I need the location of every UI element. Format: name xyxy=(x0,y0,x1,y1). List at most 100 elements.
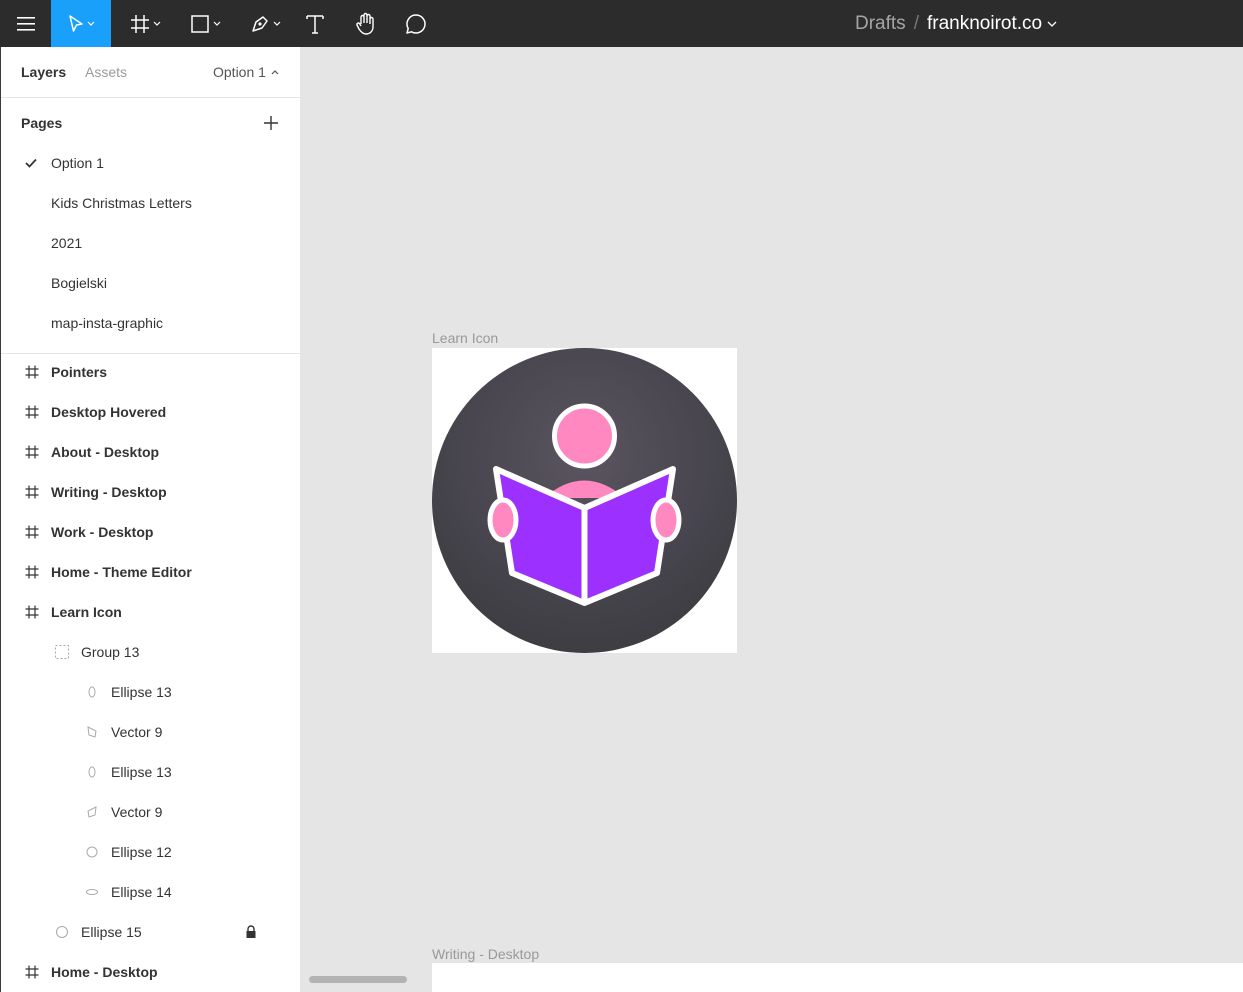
page-item-label: map-insta-graphic xyxy=(51,315,164,331)
layer-row[interactable]: Ellipse 15 xyxy=(1,912,301,952)
group-dashed-icon xyxy=(54,644,70,660)
layer-label: Ellipse 13 xyxy=(111,764,172,780)
toolbar: Drafts / franknoirot.co xyxy=(0,0,1243,47)
move-tool-button[interactable] xyxy=(51,0,111,47)
file-name-menu[interactable]: franknoirot.co xyxy=(927,13,1042,35)
page-item-label: Option 1 xyxy=(51,155,104,171)
layer-label: Learn Icon xyxy=(51,604,122,620)
text-tool-button[interactable] xyxy=(300,0,330,47)
frame-hash-icon xyxy=(24,524,40,540)
move-cursor-icon xyxy=(68,14,83,32)
layer-row[interactable]: Work - Desktop xyxy=(1,512,301,552)
frame-hash-icon xyxy=(24,964,40,980)
layer-label: Pointers xyxy=(51,364,108,380)
layer-label: Home - Desktop xyxy=(51,964,158,980)
chevron-down-icon xyxy=(153,21,160,26)
vector-icon xyxy=(84,724,100,740)
hand-tool-button[interactable] xyxy=(350,0,382,47)
chevron-up-icon xyxy=(271,69,279,74)
frame-tool-button[interactable] xyxy=(120,0,170,47)
lock-icon[interactable] xyxy=(245,925,257,939)
frame-hash-icon xyxy=(24,404,40,420)
layer-label: Work - Desktop xyxy=(51,524,154,540)
frame-hash-icon xyxy=(24,604,40,620)
layer-row[interactable]: Ellipse 12 xyxy=(1,832,301,872)
comment-bubble-icon xyxy=(406,13,426,34)
frame-label-writing-desktop[interactable]: Writing - Desktop xyxy=(432,946,539,962)
frame-hash-icon xyxy=(24,564,40,580)
vector-icon xyxy=(84,804,100,820)
current-page-label: Option 1 xyxy=(213,64,266,80)
chevron-down-icon[interactable] xyxy=(1047,21,1057,27)
chevron-down-icon xyxy=(213,21,220,26)
layer-row[interactable]: Vector 9 xyxy=(1,792,301,832)
text-t-icon xyxy=(306,14,324,34)
panel-tabs: Layers Assets Option 1 xyxy=(1,47,301,98)
page-item[interactable]: Kids Christmas Letters xyxy=(1,183,301,223)
tab-assets[interactable]: Assets xyxy=(85,64,127,80)
layer-row[interactable]: Ellipse 14 xyxy=(1,872,301,912)
page-item-label: Kids Christmas Letters xyxy=(51,195,192,211)
frame-hash-icon xyxy=(130,14,149,33)
horizontal-scrollbar[interactable] xyxy=(309,976,407,983)
ellipse-icon xyxy=(84,884,100,900)
page-item-label: Bogielski xyxy=(51,275,108,291)
page-item-label: 2021 xyxy=(51,235,83,251)
layer-row[interactable]: About - Desktop xyxy=(1,432,301,472)
frame-label-learn-icon[interactable]: Learn Icon xyxy=(432,330,498,346)
layer-row[interactable]: Writing - Desktop xyxy=(1,472,301,512)
page-item[interactable]: Option 1 xyxy=(1,143,301,183)
breadcrumb-separator: / xyxy=(913,12,919,34)
layer-label: Ellipse 15 xyxy=(81,924,142,940)
ellipse-icon xyxy=(54,924,70,940)
pen-tool-button[interactable] xyxy=(240,0,290,47)
main-menu-button[interactable] xyxy=(0,0,51,47)
pen-nib-icon xyxy=(251,15,268,32)
breadcrumb-drafts-link[interactable]: Drafts xyxy=(855,13,906,35)
layer-row[interactable]: Pointers xyxy=(1,352,301,392)
rectangle-icon xyxy=(190,14,209,33)
chevron-down-icon xyxy=(87,21,94,26)
hamburger-menu-icon xyxy=(16,16,35,31)
layer-label: About - Desktop xyxy=(51,444,160,460)
layer-row[interactable]: Home - Desktop xyxy=(1,952,301,992)
layer-label: Ellipse 14 xyxy=(111,884,172,900)
layer-row[interactable]: Group 13 xyxy=(1,632,301,672)
page-item[interactable]: 2021 xyxy=(1,223,301,263)
comment-tool-button[interactable] xyxy=(400,0,432,47)
ellipse-icon xyxy=(84,844,100,860)
layer-label: Ellipse 12 xyxy=(111,844,172,860)
frame-hash-icon xyxy=(24,484,40,500)
page-item[interactable]: Bogielski xyxy=(1,263,301,303)
file-breadcrumb: Drafts / franknoirot.co xyxy=(855,0,1057,47)
tab-layers[interactable]: Layers xyxy=(21,64,66,80)
layer-label: Writing - Desktop xyxy=(51,484,167,500)
current-page-dropdown[interactable]: Option 1 xyxy=(213,64,279,80)
page-item[interactable]: map-insta-graphic xyxy=(1,303,301,343)
layer-label: Group 13 xyxy=(81,644,140,660)
frame-hash-icon xyxy=(24,364,40,380)
checkmark-icon xyxy=(25,158,37,168)
layer-label: Vector 9 xyxy=(111,804,163,820)
layer-label: Ellipse 13 xyxy=(111,684,172,700)
layer-label: Desktop Hovered xyxy=(51,404,167,420)
writing-desktop-frame[interactable] xyxy=(432,963,1243,992)
layer-label: Vector 9 xyxy=(111,724,163,740)
hand-icon xyxy=(356,12,374,35)
layer-label: Home - Theme Editor xyxy=(51,564,192,580)
layer-row[interactable]: Learn Icon xyxy=(1,592,301,632)
shape-tool-button[interactable] xyxy=(180,0,230,47)
ellipse-icon xyxy=(84,684,100,700)
add-page-plus-icon[interactable] xyxy=(263,115,279,131)
learn-icon-frame[interactable] xyxy=(432,348,737,653)
layer-row[interactable]: Ellipse 13 xyxy=(1,672,301,712)
ellipse-icon xyxy=(84,764,100,780)
pages-heading: Pages xyxy=(21,115,63,131)
layer-row[interactable]: Desktop Hovered xyxy=(1,392,301,432)
frame-hash-icon xyxy=(24,444,40,460)
layer-row[interactable]: Vector 9 xyxy=(1,712,301,752)
layer-row[interactable]: Ellipse 13 xyxy=(1,752,301,792)
layers-panel: Layers Assets Option 1 Pages Option 1 Ki… xyxy=(0,47,301,992)
reading-person-book-icon xyxy=(432,348,737,653)
layer-row[interactable]: Home - Theme Editor xyxy=(1,552,301,592)
